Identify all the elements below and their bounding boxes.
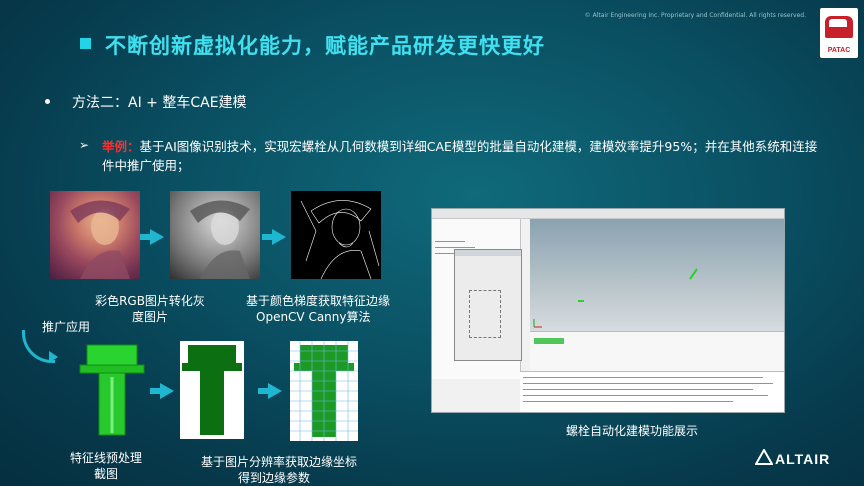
console-line (523, 389, 753, 390)
bolt-3d-icon (79, 344, 145, 436)
dialog-bolt-diagram (469, 290, 501, 338)
caption-preprocess-line1: 特征线预处理 (70, 451, 143, 465)
bolt-silhouette-icon (182, 345, 242, 435)
console-line (523, 401, 733, 402)
console-line (523, 383, 773, 384)
slide-title: 不断创新虚拟化能力，赋能产品研发更快更好 (105, 34, 545, 58)
viewport-marks-icon (533, 268, 698, 328)
color-portrait-icon (70, 200, 130, 279)
edge-image (291, 191, 381, 279)
gray-image (170, 191, 260, 279)
screenshot-3d-viewport (530, 219, 784, 331)
browser-line (435, 241, 465, 242)
caption-edge-line2: OpenCV Canny算法 (256, 310, 371, 324)
screenshot-dialog (454, 249, 522, 361)
method-bullet (45, 99, 50, 104)
bolt-grid-icon (290, 341, 358, 441)
arrow-right-icon (258, 383, 282, 399)
browser-line (435, 247, 475, 248)
screenshot-toolbar (432, 209, 784, 219)
console-line (523, 377, 763, 378)
method-heading: 方法二：AI + 整车CAE建模 (72, 95, 247, 111)
patac-logo: PATAC (820, 8, 858, 58)
caption-edge-line1: 基于颜色梯度获取特征边缘 (246, 294, 391, 308)
arrow-bullet-icon: ➢ (79, 138, 90, 152)
logo-text: PATAC (827, 47, 851, 54)
bolt-silhouette-image (180, 341, 244, 439)
arrow-right-icon (150, 383, 174, 399)
arrow-right-icon (140, 229, 164, 245)
altair-triangle-icon (754, 447, 774, 469)
bolt-3d-image (75, 341, 149, 441)
caption-coords-line1: 基于图片分辨率获取边缘坐标 (201, 455, 358, 469)
panel-button (534, 338, 564, 344)
example-paragraph: 举例：基于AI图像识别技术，实现宏螺栓从几何数模到详细CAE模型的批量自动化建模… (102, 137, 822, 175)
color-image (50, 191, 140, 279)
caption-coords-line2: 得到边缘参数 (238, 471, 311, 485)
example-text: 基于AI图像识别技术，实现宏螺栓从几何数模到详细CAE模型的批量自动化建模，建模… (102, 139, 818, 173)
bolt-grid-image (290, 341, 358, 441)
console-line (523, 395, 768, 396)
software-screenshot (431, 208, 785, 413)
screenshot-caption: 螺栓自动化建模功能展示 (566, 424, 699, 438)
dialog-titlebar (455, 250, 521, 256)
screenshot-console (520, 371, 784, 412)
title-bullet (80, 38, 91, 49)
arrow-right-icon (262, 229, 286, 245)
copyright-notice: © Altair Engineering Inc. Proprietary an… (584, 12, 806, 19)
curve-arrow-head (49, 351, 58, 363)
gray-portrait-icon (190, 200, 250, 279)
example-label: 举例： (102, 139, 140, 154)
screenshot-panel-area (530, 331, 784, 372)
edge-portrait-icon (300, 200, 380, 279)
altair-brand: ALTAIR (775, 451, 831, 467)
caption-preprocess-line2: 截图 (94, 467, 119, 481)
caption-color-to-gray: 彩色RGB图片转化灰度图片 (95, 294, 205, 324)
car-logo-window (829, 19, 847, 27)
